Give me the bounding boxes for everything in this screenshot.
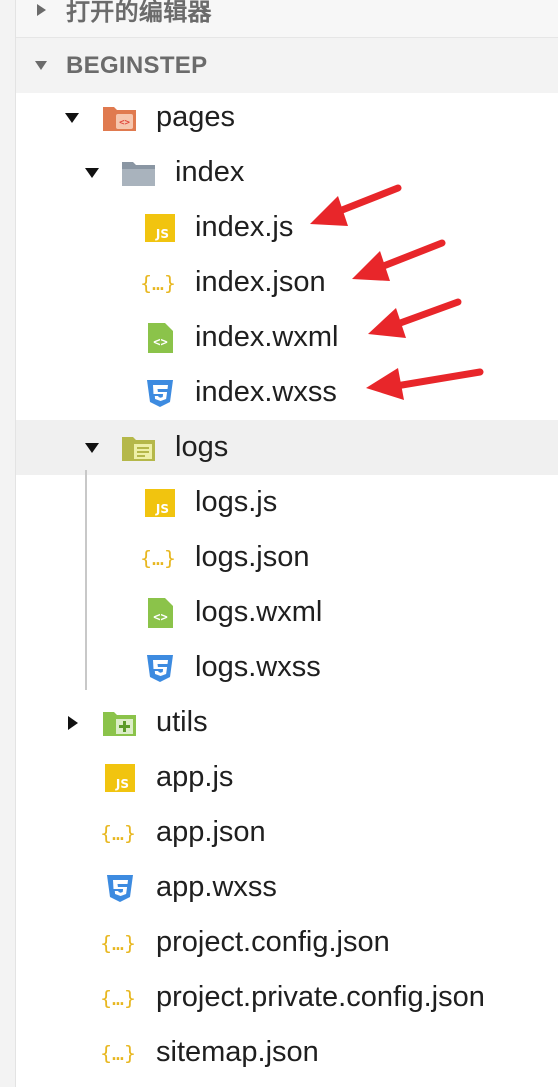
tree-item-label: sitemap.json — [156, 1036, 319, 1068]
chevron-down-icon — [35, 61, 47, 70]
tree-item-label: index.json — [195, 266, 326, 298]
tree-item-project-config-json[interactable]: {…} project.config.json — [16, 915, 558, 970]
json-file-icon: {…} — [100, 1042, 136, 1065]
workspace-label: BEGINSTEP — [66, 51, 208, 79]
svg-text:{…}: {…} — [140, 272, 176, 295]
svg-text:{…}: {…} — [100, 1042, 136, 1065]
tree-item-label: app.js — [156, 761, 234, 793]
tree-item-logs-js[interactable]: JS logs.js — [16, 475, 558, 530]
annotation-arrow-icon — [368, 298, 462, 338]
svg-text:{…}: {…} — [100, 987, 136, 1010]
tree-item-index-folder[interactable]: index — [16, 145, 558, 200]
tree-item-pages[interactable]: <> pages — [16, 90, 558, 145]
js-file-icon: JS — [105, 764, 135, 792]
json-file-icon: {…} — [100, 987, 136, 1010]
tree-item-index-json[interactable]: {…} index.json — [16, 255, 558, 310]
annotation-arrow-icon — [310, 184, 402, 226]
tree-item-project-private-config-json[interactable]: {…} project.private.config.json — [16, 970, 558, 1025]
wxml-file-icon: <> — [148, 598, 173, 628]
tree-item-logs-json[interactable]: {…} logs.json — [16, 530, 558, 585]
annotation-arrow-icon — [352, 239, 446, 281]
json-file-icon: {…} — [100, 932, 136, 955]
chevron-down-icon — [85, 442, 99, 453]
json-file-icon: {…} — [100, 822, 136, 845]
svg-text:JS: JS — [155, 502, 169, 516]
tree-item-label: project.config.json — [156, 926, 390, 958]
tree-item-label: index.wxss — [195, 376, 337, 408]
workspace-header[interactable]: BEGINSTEP — [16, 38, 558, 93]
logs-folder-icon — [122, 437, 155, 461]
tree-item-label: logs.wxss — [195, 651, 321, 683]
tree-item-app-js[interactable]: JS app.js — [16, 750, 558, 805]
tree-item-label: project.private.config.json — [156, 981, 485, 1013]
tree-item-label: logs — [175, 431, 229, 463]
folder-icon — [122, 162, 155, 186]
tree-item-label: logs.json — [195, 541, 310, 573]
left-gutter — [0, 0, 16, 1087]
open-editors-header[interactable]: 打开的编辑器 — [16, 0, 558, 38]
svg-text:<>: <> — [153, 335, 167, 349]
annotation-arrow-icon — [366, 368, 484, 400]
tree-item-index-js[interactable]: JS index.js — [16, 200, 558, 255]
utils-folder-icon — [103, 712, 136, 736]
tree-item-app-json[interactable]: {…} app.json — [16, 805, 558, 860]
wxml-file-icon: <> — [148, 323, 173, 353]
tree-item-logs-wxss[interactable]: logs.wxss — [16, 640, 558, 695]
svg-text:{…}: {…} — [100, 822, 136, 845]
explorer-panel: 打开的编辑器 BEGINSTEP <> pages index JS index… — [0, 0, 558, 1087]
tree-item-label: logs.js — [195, 486, 278, 518]
tree-item-label: utils — [156, 706, 208, 738]
svg-text:<>: <> — [119, 118, 130, 128]
chevron-down-icon — [65, 112, 79, 123]
json-file-icon: {…} — [140, 547, 176, 570]
svg-text:JS: JS — [115, 777, 129, 791]
css-file-icon — [147, 655, 173, 682]
json-file-icon: {…} — [140, 272, 176, 295]
tree-item-app-wxss[interactable]: app.wxss — [16, 860, 558, 915]
js-file-icon: JS — [145, 214, 175, 242]
tree-item-label: index — [175, 156, 245, 188]
svg-text:{…}: {…} — [100, 932, 136, 955]
open-editors-label: 打开的编辑器 — [66, 0, 212, 26]
tree-item-label: app.json — [156, 816, 266, 848]
tree-item-utils-folder[interactable]: utils — [16, 695, 558, 750]
css-file-icon — [107, 875, 133, 902]
tree-item-label: index.js — [195, 211, 294, 243]
css-file-icon — [147, 380, 173, 407]
chevron-right-icon — [36, 3, 46, 16]
js-file-icon: JS — [145, 489, 175, 517]
tree-item-index-wxml[interactable]: <> index.wxml — [16, 310, 558, 365]
svg-text:JS: JS — [155, 227, 169, 241]
chevron-right-icon — [68, 715, 78, 730]
tree-item-sitemap-json[interactable]: {…} sitemap.json — [16, 1025, 558, 1080]
tree-item-label: logs.wxml — [195, 596, 323, 628]
tree-item-logs-folder[interactable]: logs — [16, 420, 558, 475]
tree-item-label: pages — [156, 101, 236, 133]
svg-text:{…}: {…} — [140, 547, 176, 570]
tree-item-logs-wxml[interactable]: <> logs.wxml — [16, 585, 558, 640]
tree-item-label: app.wxss — [156, 871, 277, 903]
svg-text:<>: <> — [153, 610, 167, 624]
pages-folder-icon: <> — [103, 107, 136, 131]
tree-item-label: index.wxml — [195, 321, 339, 353]
chevron-down-icon — [85, 167, 99, 178]
